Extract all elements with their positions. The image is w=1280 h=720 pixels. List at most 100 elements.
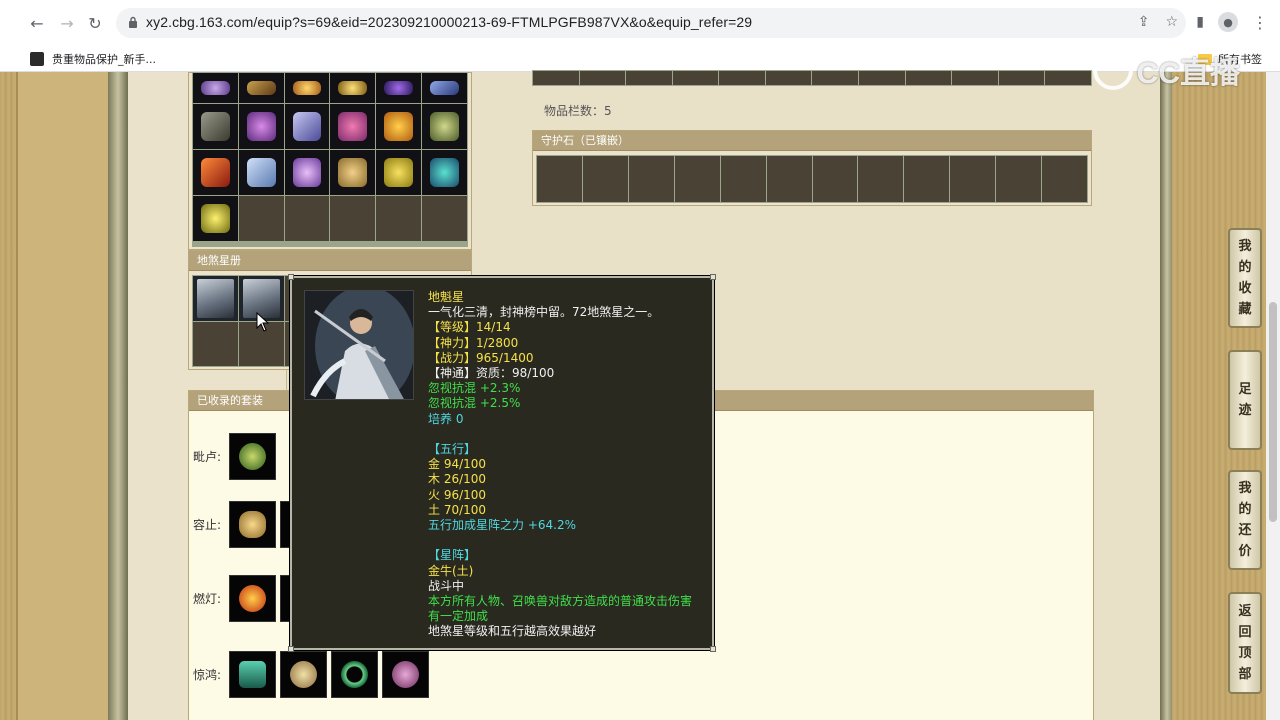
my-bargain-label: 我的还价 <box>1238 481 1252 559</box>
tooltip-line: 【神力】1/2800 <box>428 335 519 350</box>
items-grid <box>192 72 468 247</box>
bookmark-label: 贵重物品保护_新手... <box>52 53 156 66</box>
stone-slot[interactable] <box>1042 156 1087 202</box>
star-card-tooltip: 地魁星 一气化三清，封神榜中留。72地煞星之一。 【等级】14/14 【神力】1/28… <box>288 274 716 652</box>
tooltip-line: 火 96/100 <box>428 487 487 502</box>
slot[interactable] <box>626 71 672 85</box>
stone-slot[interactable] <box>674 156 720 202</box>
tooltip-corner <box>710 646 716 652</box>
left-border-inner <box>16 72 110 720</box>
guard-stone-title: 守护石（已镶嵌） <box>533 131 1091 151</box>
stone-slot[interactable] <box>537 156 582 202</box>
slot[interactable] <box>1045 71 1091 85</box>
forward-arrow-icon[interactable]: → <box>56 12 78 34</box>
empty-slot[interactable] <box>376 196 422 241</box>
tooltip-text: 地魁星 一气化三清，封神榜中留。72地煞星之一。 【等级】14/14 【神力】1/28… <box>428 290 712 640</box>
stone-slot[interactable] <box>766 156 812 202</box>
slot[interactable] <box>952 71 998 85</box>
tooltip-line <box>428 427 712 442</box>
my-bargain-tab[interactable]: 我的还价 <box>1228 470 1262 570</box>
slot[interactable] <box>579 71 626 85</box>
my-favorites-label: 我的收藏 <box>1238 239 1252 317</box>
item-slot[interactable] <box>193 150 238 195</box>
item-slot[interactable] <box>193 73 238 103</box>
item-slot[interactable] <box>284 150 330 195</box>
bookmark-star-icon[interactable]: ☆ <box>1165 14 1178 30</box>
suit-item[interactable] <box>280 651 327 698</box>
star-card-slot[interactable] <box>193 276 238 321</box>
suit-item[interactable] <box>229 575 276 622</box>
top-slots-strip <box>532 70 1092 86</box>
empty-slot[interactable] <box>422 196 467 241</box>
slot[interactable] <box>812 71 859 85</box>
empty-slot[interactable] <box>238 196 284 241</box>
item-slot[interactable] <box>376 104 422 149</box>
side-panel-icon[interactable]: ▮ <box>1196 14 1204 30</box>
item-slot[interactable] <box>284 104 330 149</box>
stone-slot[interactable] <box>628 156 674 202</box>
empty-slot[interactable] <box>193 321 238 366</box>
item-slot[interactable] <box>330 150 376 195</box>
back-arrow-icon[interactable]: ← <box>26 12 48 34</box>
item-slot[interactable] <box>330 73 376 103</box>
suit-item[interactable] <box>229 433 276 480</box>
item-slot[interactable] <box>193 196 238 241</box>
item-slot[interactable] <box>376 73 422 103</box>
back-to-top-label: 返回顶部 <box>1238 604 1252 682</box>
tooltip-line: 【五行】 <box>428 442 477 457</box>
tooltip-line: 土 70/100 <box>428 502 487 517</box>
item-slot[interactable] <box>238 150 284 195</box>
tooltip-line: 地煞星等级和五行越高效果越好 <box>428 624 597 639</box>
item-slot[interactable] <box>238 73 284 103</box>
footprints-label: 足迹 <box>1238 382 1252 418</box>
stone-slot[interactable] <box>996 156 1042 202</box>
share-icon[interactable]: ⇪ <box>1138 14 1150 30</box>
empty-slot[interactable] <box>284 196 330 241</box>
item-slot[interactable] <box>422 73 467 103</box>
item-slot[interactable] <box>193 104 238 149</box>
slot[interactable] <box>765 71 812 85</box>
slot[interactable] <box>719 71 765 85</box>
suit-item[interactable] <box>331 651 378 698</box>
scroll-thumb[interactable] <box>1269 302 1277 522</box>
url-text[interactable]: xy2.cbg.163.com/equip?s=69&eid=202309210… <box>146 14 752 30</box>
suit-item[interactable] <box>229 651 276 698</box>
browser-chrome: ← → ↻ xy2.cbg.163.com/equip?s=69&eid=202… <box>0 0 1280 72</box>
bookmark-item[interactable]: 贵重物品保护_新手... <box>30 51 156 67</box>
slot[interactable] <box>859 71 905 85</box>
stone-slot[interactable] <box>812 156 858 202</box>
page-scrollbar[interactable] <box>1266 72 1280 720</box>
stone-slot[interactable] <box>858 156 904 202</box>
slot[interactable] <box>998 71 1045 85</box>
suit-item[interactable] <box>229 501 276 548</box>
suit-item[interactable] <box>382 651 429 698</box>
slot[interactable] <box>672 71 719 85</box>
item-slot[interactable] <box>422 104 467 149</box>
slot[interactable] <box>905 71 952 85</box>
watermark-text: CC直播 <box>1136 57 1240 90</box>
footprints-tab[interactable]: 足迹 <box>1228 350 1262 450</box>
menu-kebab-icon[interactable]: ⋮ <box>1252 13 1268 32</box>
reload-icon[interactable]: ↻ <box>84 12 106 34</box>
tooltip-line: 战斗中 <box>428 578 465 593</box>
slot[interactable] <box>533 71 579 85</box>
profile-avatar-icon[interactable]: ● <box>1218 12 1238 32</box>
item-slot[interactable] <box>376 150 422 195</box>
item-slot[interactable] <box>330 104 376 149</box>
tooltip-line: 五行加成星阵之力 +64.2% <box>428 518 576 533</box>
empty-slot[interactable] <box>330 196 376 241</box>
my-favorites-tab[interactable]: 我的收藏 <box>1228 228 1262 328</box>
stone-slot[interactable] <box>950 156 996 202</box>
item-slot[interactable] <box>284 73 330 103</box>
stone-slot[interactable] <box>904 156 950 202</box>
item-slot[interactable] <box>422 150 467 195</box>
back-to-top-tab[interactable]: 返回顶部 <box>1228 592 1262 694</box>
suit-label: 燃灯: <box>193 592 222 606</box>
stone-slot[interactable] <box>720 156 766 202</box>
stream-watermark: CC直播 <box>1092 48 1240 92</box>
item-slot[interactable] <box>238 104 284 149</box>
address-bar[interactable]: xy2.cbg.163.com/equip?s=69&eid=202309210… <box>116 8 1186 38</box>
items-panel <box>188 72 472 250</box>
stone-slot[interactable] <box>582 156 628 202</box>
browser-toolbar: ← → ↻ xy2.cbg.163.com/equip?s=69&eid=202… <box>0 0 1280 46</box>
